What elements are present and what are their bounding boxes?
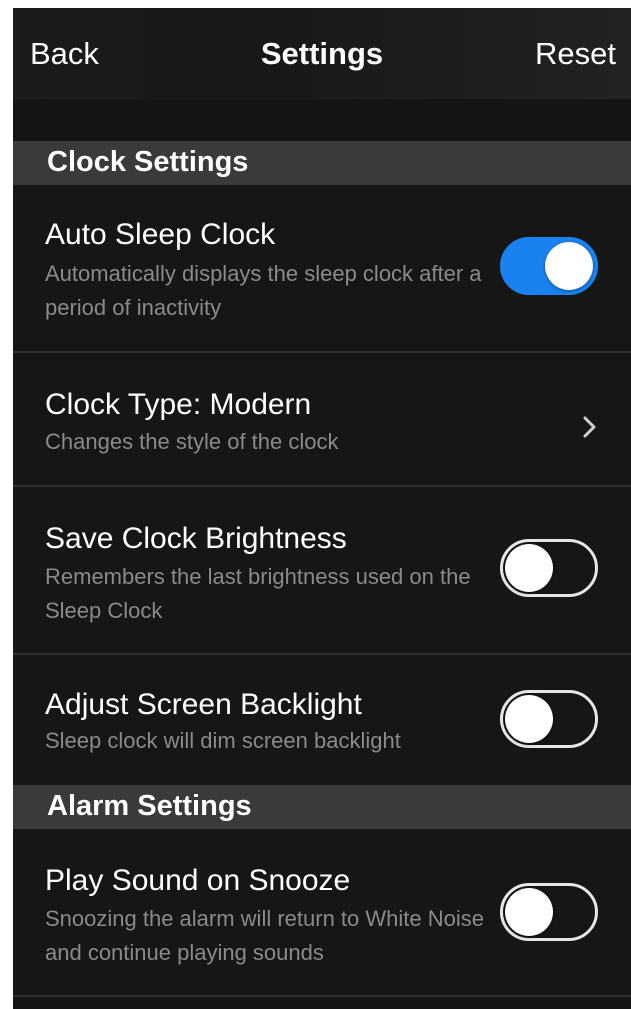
page-title: Settings bbox=[260, 36, 384, 71]
section-header-clock-settings: Clock Settings bbox=[13, 141, 631, 185]
save-clock-brightness-toggle[interactable] bbox=[500, 539, 598, 597]
chevron-right-icon[interactable] bbox=[581, 413, 599, 441]
setting-row-save-clock-brightness[interactable]: Save Clock Brightness Remembers the last… bbox=[13, 487, 631, 653]
setting-description: Automatically displays the sleep clock a… bbox=[45, 261, 482, 320]
section-header-label: Alarm Settings bbox=[47, 790, 252, 822]
play-sound-on-snooze-toggle[interactable] bbox=[500, 883, 598, 941]
setting-row-play-sound-on-snooze[interactable]: Play Sound on Snooze Snoozing the alarm … bbox=[13, 829, 631, 995]
setting-description: Remembers the last brightness used on th… bbox=[45, 564, 471, 623]
setting-row-clock-type[interactable]: Clock Type: Modern Changes the style of … bbox=[13, 353, 631, 485]
setting-description: Snoozing the alarm will return to White … bbox=[45, 906, 484, 965]
toggle-knob bbox=[505, 888, 553, 936]
toggle-knob bbox=[505, 695, 553, 743]
toggle-knob bbox=[545, 242, 593, 290]
row-divider bbox=[13, 995, 631, 997]
settings-screen: Back Settings Reset Clock Settings Auto … bbox=[13, 8, 631, 1009]
setting-description: Changes the style of the clock bbox=[45, 429, 339, 454]
setting-title: Clock Type: Modern bbox=[45, 388, 312, 421]
setting-title: Play Sound on Snooze bbox=[45, 864, 351, 897]
setting-title: Adjust Screen Backlight bbox=[45, 688, 362, 721]
back-button[interactable]: Back bbox=[30, 36, 99, 72]
setting-title: Save Clock Brightness bbox=[45, 522, 347, 555]
setting-row-adjust-screen-backlight[interactable]: Adjust Screen Backlight Sleep clock will… bbox=[13, 655, 631, 785]
section-header-alarm-settings: Alarm Settings bbox=[13, 785, 631, 829]
setting-title: Auto Sleep Clock bbox=[45, 218, 276, 251]
setting-description: Sleep clock will dim screen backlight bbox=[45, 728, 401, 753]
auto-sleep-clock-toggle[interactable] bbox=[500, 237, 598, 295]
adjust-screen-backlight-toggle[interactable] bbox=[500, 690, 598, 748]
reset-button[interactable]: Reset bbox=[535, 36, 616, 72]
toggle-knob bbox=[505, 544, 553, 592]
section-header-label: Clock Settings bbox=[47, 146, 249, 178]
setting-row-auto-sleep-clock[interactable]: Auto Sleep Clock Automatically displays … bbox=[13, 185, 631, 351]
navigation-bar: Back Settings Reset bbox=[13, 8, 631, 99]
